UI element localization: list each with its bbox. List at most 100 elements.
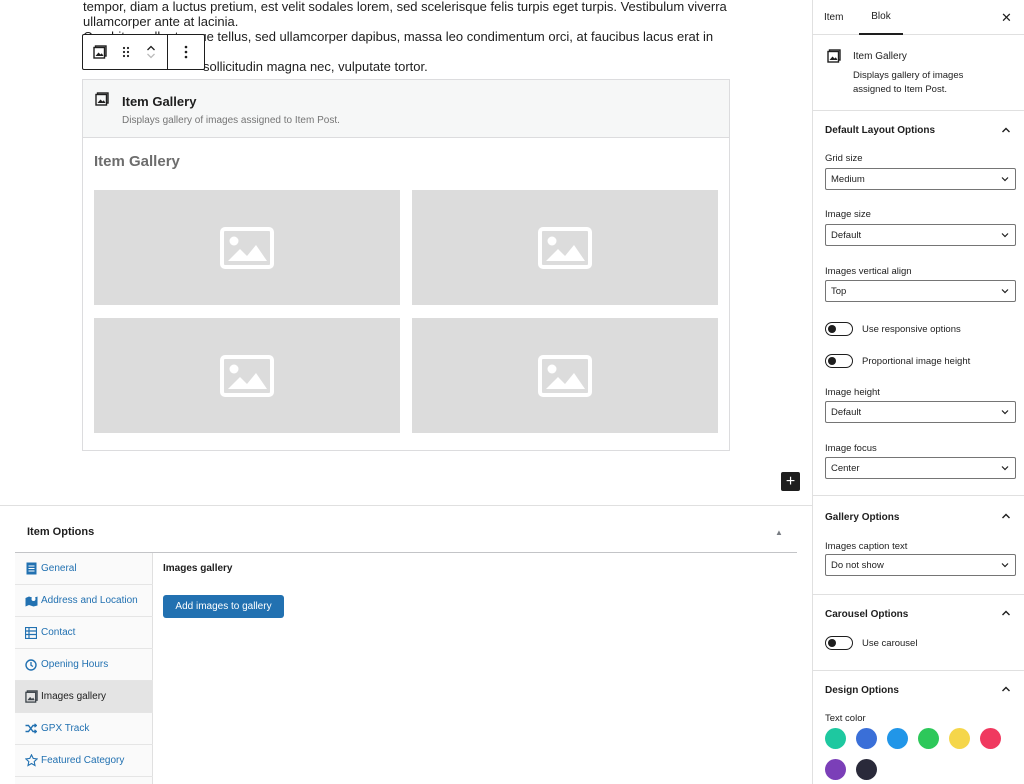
tab-contact[interactable]: Contact (15, 617, 153, 649)
panel-title[interactable]: Carousel Options (825, 609, 908, 620)
select-value: Default (831, 229, 862, 241)
select-value: Center (831, 462, 860, 474)
image-height-label: Image height (825, 387, 880, 398)
gallery-icon (95, 92, 109, 106)
image-icon (220, 226, 274, 269)
tab-featured-category[interactable]: Featured Category (15, 745, 153, 777)
tab-blok[interactable]: Blok (859, 0, 903, 35)
tab-address-and-location[interactable]: Address and Location (15, 585, 153, 617)
select-value: Default (831, 406, 862, 418)
image-height-select[interactable]: Default (825, 401, 1016, 423)
responsive-options-toggle[interactable] (825, 322, 853, 336)
image-size-select[interactable]: Default (825, 224, 1016, 246)
vertical-align-label: Images vertical align (825, 266, 912, 277)
tab-label: Opening Hours (41, 659, 109, 670)
metabox-body: General Address and Location Contact Ope… (15, 552, 797, 784)
carousel-row: Use carousel (825, 636, 917, 650)
image-focus-select[interactable]: Center (825, 457, 1016, 479)
block-card: Item Gallery Displays gallery of images … (813, 35, 1024, 111)
chevron-down-icon (1001, 177, 1009, 182)
collapse-toggle[interactable]: ▲ (775, 528, 783, 537)
chevron-up-icon[interactable] (146, 44, 156, 52)
clock-icon (24, 658, 38, 672)
settings-sidebar: Item Blok ✕ Item Gallery Displays galler… (812, 0, 1024, 784)
more-vertical-icon (184, 45, 188, 59)
color-swatch[interactable] (887, 728, 908, 749)
chevron-down-icon (1001, 466, 1009, 471)
image-placeholder (94, 190, 400, 305)
proportional-height-toggle[interactable] (825, 354, 853, 368)
responsive-options-row: Use responsive options (825, 322, 961, 336)
item-gallery-block[interactable]: Item Gallery Displays gallery of images … (82, 79, 730, 451)
chevron-up-icon[interactable] (1001, 608, 1011, 618)
tab-general[interactable]: General (15, 553, 153, 585)
panel-title[interactable]: Design Options (825, 685, 899, 696)
tab-gpx-track[interactable]: GPX Track (15, 713, 153, 745)
color-swatch[interactable] (825, 728, 846, 749)
tab-opening-hours[interactable]: Opening Hours (15, 649, 153, 681)
editor-canvas: tempor, diam a luctus pretium, est velit… (0, 0, 812, 505)
grid-size-select[interactable]: Medium (825, 168, 1016, 190)
vertical-align-select[interactable]: Top (825, 280, 1016, 302)
star-icon (24, 754, 38, 768)
gallery-icon (24, 690, 38, 704)
gallery-grid (94, 190, 718, 433)
color-swatch[interactable] (856, 759, 877, 780)
tab-label: GPX Track (41, 723, 90, 734)
document-icon (24, 562, 38, 576)
text-color-label: Text color (825, 713, 866, 724)
color-swatch[interactable] (949, 728, 970, 749)
chevron-up-icon[interactable] (1001, 511, 1011, 521)
toggle-label: Use responsive options (862, 323, 961, 335)
panel-gallery-options: Gallery Options Images caption text Do n… (813, 496, 1024, 595)
metabox-title: Item Options (27, 526, 95, 538)
color-swatch[interactable] (980, 728, 1001, 749)
drag-icon (122, 46, 130, 58)
map-icon (24, 594, 38, 608)
panel-title[interactable]: Gallery Options (825, 512, 899, 523)
editor-page: tempor, diam a luctus pretium, est velit… (0, 0, 1024, 784)
select-value: Top (831, 285, 847, 297)
grid-size-label: Grid size (825, 153, 863, 164)
image-focus-label: Image focus (825, 443, 877, 454)
block-type-button[interactable] (83, 35, 117, 69)
tab-images-gallery[interactable]: Images gallery (15, 681, 153, 713)
color-swatch[interactable] (825, 759, 846, 780)
add-images-button[interactable]: Add images to gallery (163, 595, 284, 618)
tab-label: Featured Category (41, 755, 125, 766)
image-placeholder (94, 318, 400, 433)
panel-heading: Images gallery (163, 563, 233, 574)
drag-handle[interactable] (117, 35, 135, 69)
options-button[interactable] (168, 35, 204, 69)
chevron-up-icon[interactable] (1001, 125, 1011, 135)
close-icon[interactable]: ✕ (1001, 10, 1012, 26)
tab-label: Contact (41, 627, 76, 638)
paragraph-line: ullamcorper ante at lacinia. (83, 14, 239, 29)
add-block-button[interactable]: + (781, 472, 800, 491)
chevron-down-icon (1001, 563, 1009, 568)
panel-carousel-options: Carousel Options Use carousel (813, 595, 1024, 671)
tab-panel-images-gallery: Images gallery Add images to gallery (163, 563, 284, 618)
proportional-height-row: Proportional image height (825, 354, 970, 368)
panel-default-layout: Default Layout Options Grid size Medium … (813, 111, 1024, 496)
caption-select[interactable]: Do not show (825, 554, 1016, 576)
options-tabs: General Address and Location Contact Ope… (15, 553, 153, 784)
panel-title[interactable]: Default Layout Options (825, 125, 935, 136)
tab-label: Address and Location (41, 595, 138, 606)
carousel-toggle[interactable] (825, 636, 853, 650)
block-card-title: Item Gallery (853, 51, 907, 62)
chevron-down-icon (1001, 233, 1009, 238)
image-icon (220, 354, 274, 397)
image-icon (538, 354, 592, 397)
image-size-label: Image size (825, 209, 871, 220)
color-swatch[interactable] (918, 728, 939, 749)
block-toolbar (82, 34, 205, 70)
block-card-description: Displays gallery of images assigned to I… (853, 70, 964, 95)
shuffle-icon (24, 722, 38, 736)
tab-item[interactable]: Item (824, 0, 843, 35)
image-placeholder (412, 318, 718, 433)
toggle-label: Use carousel (862, 637, 918, 649)
color-swatch[interactable] (856, 728, 877, 749)
chevron-down-icon[interactable] (146, 52, 156, 60)
chevron-up-icon[interactable] (1001, 684, 1011, 694)
